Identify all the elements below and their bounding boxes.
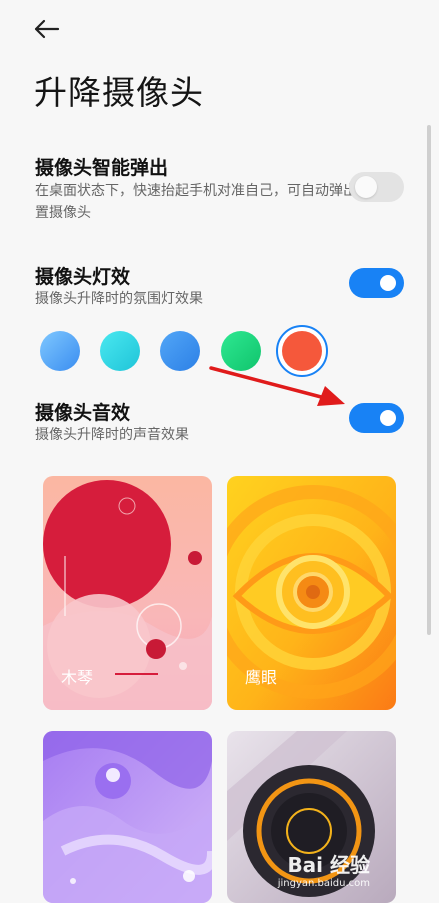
scrollbar[interactable] — [427, 125, 431, 635]
setting-light-effect-description: 摄像头升降时的氛围灯效果 — [35, 291, 203, 307]
arrow-left-icon — [34, 19, 60, 39]
light-effect-toggle[interactable] — [349, 268, 404, 298]
sound-theme-label-xylophone: 木琴 — [61, 668, 94, 687]
toggle-knob — [380, 410, 396, 426]
setting-sound-effect-title: 摄像头音效 — [35, 402, 131, 424]
page-title: 升降摄像头 — [34, 73, 204, 112]
sound-theme-card-xylophone[interactable]: 木琴 — [43, 476, 212, 710]
sound-theme-card-3[interactable] — [43, 731, 212, 903]
sound-theme-label-hawkeye: 鹰眼 — [245, 668, 278, 687]
setting-smart-popup-title: 摄像头智能弹出 — [35, 157, 169, 179]
back-button[interactable] — [22, 10, 70, 50]
color-swatch-cyan[interactable] — [100, 331, 140, 371]
watermark-logo: Bai 经验 — [287, 853, 370, 877]
watermark-url: jingyan.baidu.com — [277, 878, 370, 889]
smart-popup-toggle[interactable] — [349, 172, 404, 202]
sound-effect-toggle[interactable] — [349, 403, 404, 433]
annotation-arrow-icon — [209, 366, 345, 406]
setting-sound-effect-description: 摄像头升降时的声音效果 — [35, 427, 189, 443]
sound-theme-card-hawkeye[interactable]: 鹰眼 — [227, 476, 396, 710]
color-swatch-blue[interactable] — [160, 331, 200, 371]
watermark: Bai 经验 jingyan.baidu.com — [278, 849, 370, 889]
toggle-knob — [355, 176, 377, 198]
color-swatch-light-blue[interactable] — [40, 331, 80, 371]
toggle-knob — [380, 275, 396, 291]
purple-wave-artwork — [43, 731, 212, 903]
sound-theme-card-4[interactable]: Bai 经验 jingyan.baidu.com — [227, 731, 396, 903]
setting-light-effect-title: 摄像头灯效 — [35, 266, 131, 288]
setting-smart-popup-description: 在桌面状态下，快速抬起手机对准自己，可自动弹出前置摄像头 — [35, 183, 371, 221]
